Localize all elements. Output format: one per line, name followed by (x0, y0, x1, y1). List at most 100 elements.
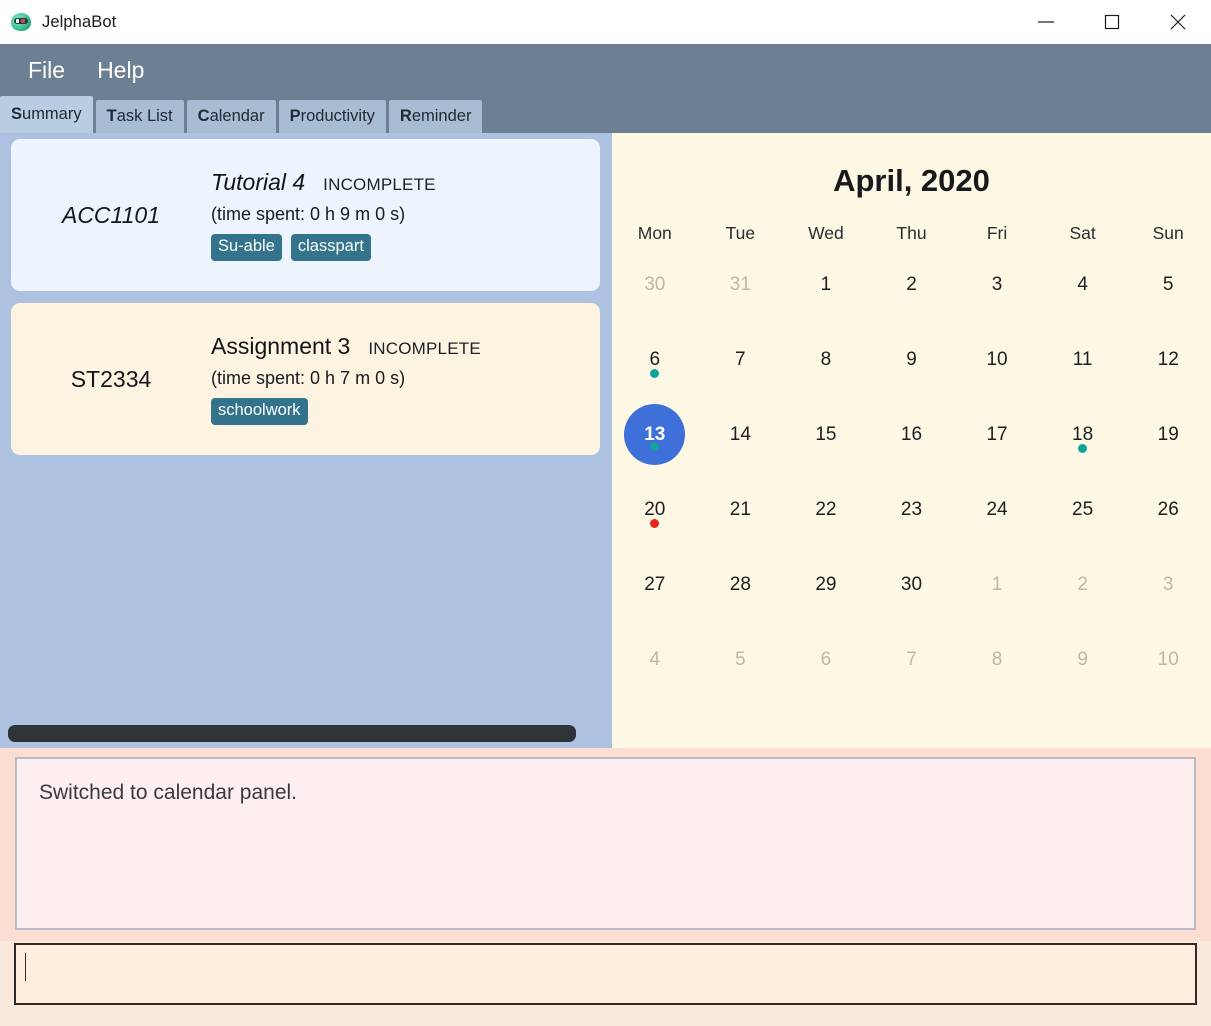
text-caret (25, 953, 26, 981)
task-title: Assignment 3 (211, 333, 351, 360)
calendar-day-cell[interactable]: 4 (1040, 254, 1126, 329)
calendar-day-number: 13 (624, 404, 686, 465)
calendar-day-cell[interactable]: 3 (1125, 554, 1211, 629)
calendar-day-cell[interactable]: 24 (954, 479, 1040, 554)
task-tag-list: schoolwork (211, 398, 586, 425)
calendar-day-cell[interactable]: 2 (869, 254, 955, 329)
calendar-day-cell[interactable]: 10 (954, 329, 1040, 404)
calendar-day-cell[interactable]: 26 (1125, 479, 1211, 554)
calendar-day-number: 8 (991, 648, 1003, 670)
calendar-day-cell[interactable]: 7 (869, 629, 955, 704)
calendar-day-cell[interactable]: 6 (612, 329, 698, 404)
calendar-day-number: 25 (1072, 498, 1094, 520)
calendar-day-cell[interactable]: 1 (783, 254, 869, 329)
calendar-day-cell[interactable]: 27 (612, 554, 698, 629)
tab-task-list[interactable]: Task List (95, 100, 184, 133)
command-input-area (0, 941, 1211, 1026)
tab-productivity[interactable]: Productivity (278, 100, 386, 133)
calendar-day-number: 20 (644, 498, 666, 520)
window-controls (1013, 0, 1211, 44)
calendar-day-cell[interactable]: 18 (1040, 404, 1126, 479)
result-message: Switched to calendar panel. (39, 781, 297, 804)
main-content: ACC1101 Tutorial 4 INCOMPLETE (time spent: … (0, 133, 1211, 748)
tab-bar: Summary Task List Calendar Productivity Remi… (0, 96, 1211, 133)
horizontal-scrollbar[interactable] (8, 725, 604, 742)
calendar-day-number: 1 (991, 573, 1003, 595)
calendar-day-number: 11 (1072, 348, 1093, 370)
task-tag[interactable]: Su-able (211, 234, 282, 261)
calendar-day-cell[interactable]: 8 (783, 329, 869, 404)
tab-calendar[interactable]: Calendar (186, 100, 276, 133)
calendar-day-cell[interactable]: 9 (1040, 629, 1126, 704)
calendar-day-cell[interactable]: 31 (698, 254, 784, 329)
calendar-day-number: 10 (1157, 648, 1179, 670)
calendar-day-cell[interactable]: 13 (612, 404, 698, 479)
tab-mnemonic: T (106, 107, 117, 125)
calendar-day-cell[interactable]: 30 (869, 554, 955, 629)
calendar-panel: April, 2020 Mon Tue Wed Thu Fri Sat Sun 30 31 1 2… (612, 133, 1211, 748)
calendar-title: April, 2020 (833, 163, 990, 198)
tab-mnemonic: R (399, 107, 412, 125)
task-module-code: ACC1101 (61, 201, 161, 228)
result-display-area: Switched to calendar panel. (0, 748, 1211, 941)
task-tag[interactable]: classpart (290, 234, 371, 261)
calendar-day-cell[interactable]: 5 (698, 629, 784, 704)
calendar-day-cell[interactable]: 10 (1125, 629, 1211, 704)
calendar-day-number: 17 (986, 423, 1008, 445)
tab-summary[interactable]: Summary (0, 96, 93, 133)
menu-bar: File Help (0, 44, 1211, 96)
calendar-day-cell[interactable]: 9 (869, 329, 955, 404)
tab-label: eminder (411, 107, 472, 125)
task-tag[interactable]: schoolwork (211, 398, 308, 425)
calendar-day-cell[interactable]: 5 (1125, 254, 1211, 329)
calendar-day-cell[interactable]: 17 (954, 404, 1040, 479)
calendar-day-cell[interactable]: 7 (698, 329, 784, 404)
tab-mnemonic: S (11, 105, 23, 123)
calendar-weekday-sun: Sun (1152, 223, 1184, 243)
minimize-icon[interactable] (1013, 0, 1079, 44)
command-input[interactable] (14, 943, 1197, 1005)
tab-label: alendar (209, 107, 265, 125)
calendar-day-cell[interactable]: 30 (612, 254, 698, 329)
calendar-day-cell[interactable]: 29 (783, 554, 869, 629)
calendar-day-cell[interactable]: 6 (783, 629, 869, 704)
calendar-day-cell[interactable]: 11 (1040, 329, 1126, 404)
task-card[interactable]: ACC1101 Tutorial 4 INCOMPLETE (time spent: … (11, 139, 600, 291)
calendar-day-cell[interactable]: 15 (783, 404, 869, 479)
calendar-day-cell[interactable]: 4 (612, 629, 698, 704)
tab-label: ask List (116, 107, 173, 125)
calendar-day-cell[interactable]: 23 (869, 479, 955, 554)
calendar-day-cell[interactable]: 14 (698, 404, 784, 479)
calendar-day-number: 14 (729, 423, 751, 445)
calendar-day-cell[interactable]: 1 (954, 554, 1040, 629)
calendar-day-cell[interactable]: 16 (869, 404, 955, 479)
close-icon[interactable] (1145, 0, 1211, 44)
maximize-icon[interactable] (1079, 0, 1145, 44)
calendar-day-cell[interactable]: 28 (698, 554, 784, 629)
tab-label: ummary (22, 105, 82, 123)
calendar-day-cell[interactable]: 21 (698, 479, 784, 554)
tab-reminder[interactable]: Reminder (388, 100, 483, 133)
tab-mnemonic: C (197, 107, 210, 125)
menu-item-help[interactable]: Help (81, 58, 160, 82)
task-card[interactable]: ST2334 Assignment 3 INCOMPLETE (time spent:… (11, 303, 600, 455)
calendar-day-cell[interactable]: 2 (1040, 554, 1126, 629)
calendar-day-number: 5 (1162, 273, 1174, 295)
calendar-day-cell[interactable]: 19 (1125, 404, 1211, 479)
calendar-day-cell[interactable]: 3 (954, 254, 1040, 329)
calendar-day-cell[interactable]: 12 (1125, 329, 1211, 404)
task-list-panel: ACC1101 Tutorial 4 INCOMPLETE (time spent: … (0, 133, 612, 748)
calendar-day-cell[interactable]: 22 (783, 479, 869, 554)
window-titlebar: JelphaBot (0, 0, 1211, 44)
window-title: JelphaBot (42, 12, 117, 31)
calendar-day-number: 21 (729, 498, 751, 520)
calendar-day-number: 6 (649, 348, 661, 370)
calendar-day-cell[interactable]: 8 (954, 629, 1040, 704)
calendar-day-number: 28 (729, 573, 751, 595)
calendar-day-cell[interactable]: 20 (612, 479, 698, 554)
calendar-day-number: 19 (1157, 423, 1179, 445)
calendar-day-cell[interactable]: 25 (1040, 479, 1126, 554)
calendar-day-number: 1 (820, 273, 832, 295)
scrollbar-thumb[interactable] (8, 725, 576, 742)
menu-item-file[interactable]: File (12, 58, 81, 82)
